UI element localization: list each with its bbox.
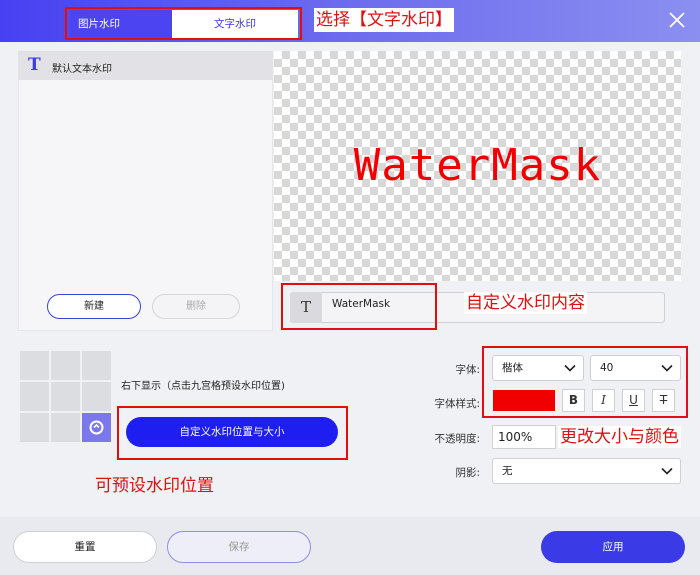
grid-cell-center[interactable] — [51, 382, 80, 411]
shadow-select[interactable]: 无 — [492, 458, 681, 484]
grid-cell-top-right[interactable] — [82, 351, 111, 380]
shadow-label: 阴影: — [455, 467, 480, 479]
annotation-custom-content: 自定义水印内容 — [464, 292, 587, 314]
annotation-box-font — [482, 346, 688, 418]
grid-cell-bottom-left[interactable] — [20, 413, 49, 442]
close-icon[interactable] — [666, 9, 688, 31]
new-button[interactable]: 新建 — [47, 294, 141, 319]
opacity-label: 不透明度: — [434, 433, 480, 445]
delete-button[interactable]: 删除 — [152, 294, 240, 319]
font-label: 字体: — [455, 364, 480, 376]
shadow-value: 无 — [502, 465, 513, 477]
annotation-change-style: 更改大小与颜色 — [558, 426, 681, 448]
annotation-select-tab: 选择【文字水印】 — [314, 8, 454, 32]
opacity-input[interactable]: 100% — [492, 425, 556, 449]
preview-watermark-text: WaterMask — [353, 140, 602, 191]
grid-cell-middle-left[interactable] — [20, 382, 49, 411]
position-hint: 右下显示（点击九宫格预设水印位置) — [121, 381, 285, 392]
annotation-box-position — [117, 406, 348, 460]
grid-cell-top-center[interactable] — [51, 351, 80, 380]
annotation-box-content — [281, 283, 437, 330]
chevron-down-icon — [661, 467, 673, 475]
grid-cell-middle-right[interactable] — [82, 382, 111, 411]
annotation-preset-position: 可预设水印位置 — [95, 476, 214, 496]
position-selected-icon — [89, 420, 104, 435]
annotation-box-tab — [65, 7, 302, 40]
watermark-list-panel — [18, 51, 273, 331]
grid-cell-top-left[interactable] — [20, 351, 49, 380]
text-t-icon: T — [28, 55, 41, 75]
grid-cell-bottom-center[interactable] — [51, 413, 80, 442]
grid-cell-bottom-right[interactable] — [82, 413, 111, 442]
save-button[interactable]: 保存 — [167, 531, 311, 563]
font-style-label: 字体样式: — [434, 398, 480, 410]
reset-button[interactable]: 重置 — [13, 531, 157, 563]
list-item-label: 默认文本水印 — [52, 64, 112, 75]
apply-button[interactable]: 应用 — [541, 531, 685, 563]
